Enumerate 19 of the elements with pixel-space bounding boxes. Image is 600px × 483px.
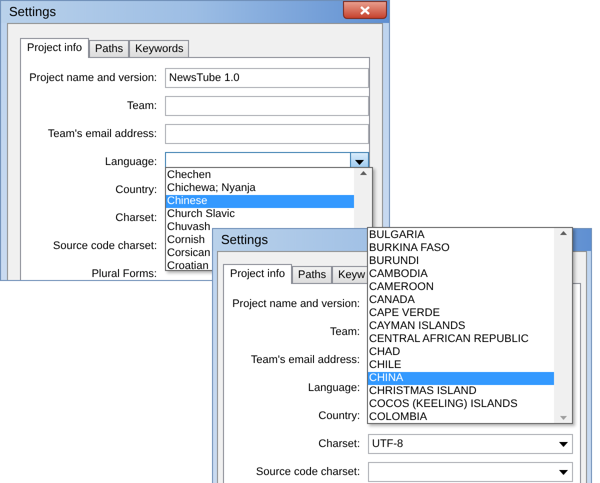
- field-label: Charset:: [114, 210, 158, 226]
- field-value: UTF-8: [372, 436, 404, 452]
- field-label: Plural Forms:: [90, 266, 158, 280]
- window-title: Settings: [8, 3, 56, 22]
- field-label: Team's email address:: [46, 126, 158, 142]
- field-label: Source code charset:: [255, 464, 361, 480]
- field-label: Source code charset:: [52, 238, 158, 254]
- field-label: Team:: [329, 324, 361, 340]
- field-label: Language:: [104, 154, 158, 170]
- field-label: Team's email address:: [250, 352, 361, 368]
- field-label: Project name and version:: [231, 296, 361, 312]
- field-label: Project name and version:: [28, 70, 158, 86]
- field-value: NewsTube 1.0: [169, 70, 240, 86]
- field-label: Country:: [317, 408, 361, 424]
- field-label: Language:: [307, 380, 361, 396]
- field-label: Charset:: [317, 436, 361, 452]
- window-title: Settings: [220, 231, 268, 250]
- field-label: Team:: [126, 98, 158, 114]
- field-label: Country:: [114, 182, 158, 198]
